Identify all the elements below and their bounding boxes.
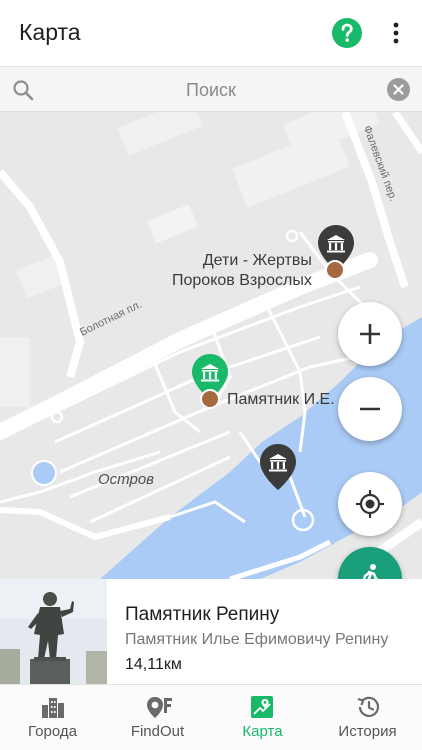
history-icon: [357, 696, 380, 717]
map-marker-third[interactable]: [258, 442, 298, 496]
search-icon: [13, 80, 34, 101]
place-subtitle: Памятник Илье Ефимовичу Репину: [125, 631, 389, 648]
clear-circle-icon: [393, 84, 404, 95]
nav-item-map[interactable]: Карта: [210, 685, 315, 750]
search-bar: [0, 66, 422, 112]
more-options-button[interactable]: [384, 18, 408, 48]
poi-dot-repin[interactable]: [200, 389, 220, 409]
map-label-deti-line2: Пороков Взрослых: [172, 272, 312, 289]
nav-item-cities[interactable]: Города: [0, 685, 105, 750]
nav-label-findout: FindOut: [130, 723, 185, 740]
city-icon: [42, 698, 64, 718]
bottom-navigation: Города FindOut Карта История: [0, 684, 422, 750]
findout-icon: [147, 697, 172, 718]
poi-dot-deti[interactable]: [325, 260, 345, 280]
zoom-out-button[interactable]: [338, 377, 402, 441]
help-button[interactable]: [332, 18, 362, 48]
map-icon: [251, 696, 273, 718]
page-title: Карта: [19, 19, 81, 45]
place-thumbnail[interactable]: [0, 579, 107, 684]
nav-label-history: История: [338, 723, 397, 740]
clear-search-button[interactable]: [387, 78, 410, 101]
museum-icon: [260, 444, 296, 490]
area-label-island: Остров: [98, 471, 155, 488]
my-location-icon: [356, 490, 384, 518]
nav-label-cities: Города: [28, 723, 77, 740]
repin-monument-photo: [0, 579, 107, 684]
walk-icon: [363, 564, 379, 579]
zoom-in-button[interactable]: [338, 302, 402, 366]
help-circle-icon: [341, 23, 353, 42]
nav-item-findout[interactable]: FindOut: [105, 685, 210, 750]
place-distance: 14,11км: [125, 656, 182, 673]
map-label-deti: Дети - Жертвы Пороков Взрослых: [172, 251, 312, 291]
nav-item-history[interactable]: История: [315, 685, 420, 750]
nav-label-map: Карта: [242, 723, 283, 740]
map-label-deti-line1: Дети - Жертвы: [202, 252, 312, 269]
map-label-repin: Памятник И.Е.: [227, 391, 335, 408]
my-location-button[interactable]: [338, 472, 402, 536]
navigate-walk-button[interactable]: [338, 547, 402, 579]
search-input[interactable]: [50, 75, 372, 105]
app-bar: Карта: [0, 0, 422, 66]
more-vertical-icon: [393, 22, 399, 44]
plus-icon: [360, 324, 380, 344]
map-view[interactable]: Болотная пл. Фалевский пер. Остров Дети …: [0, 112, 422, 579]
place-title[interactable]: Памятник Репину: [125, 604, 279, 626]
minus-icon: [360, 407, 380, 411]
